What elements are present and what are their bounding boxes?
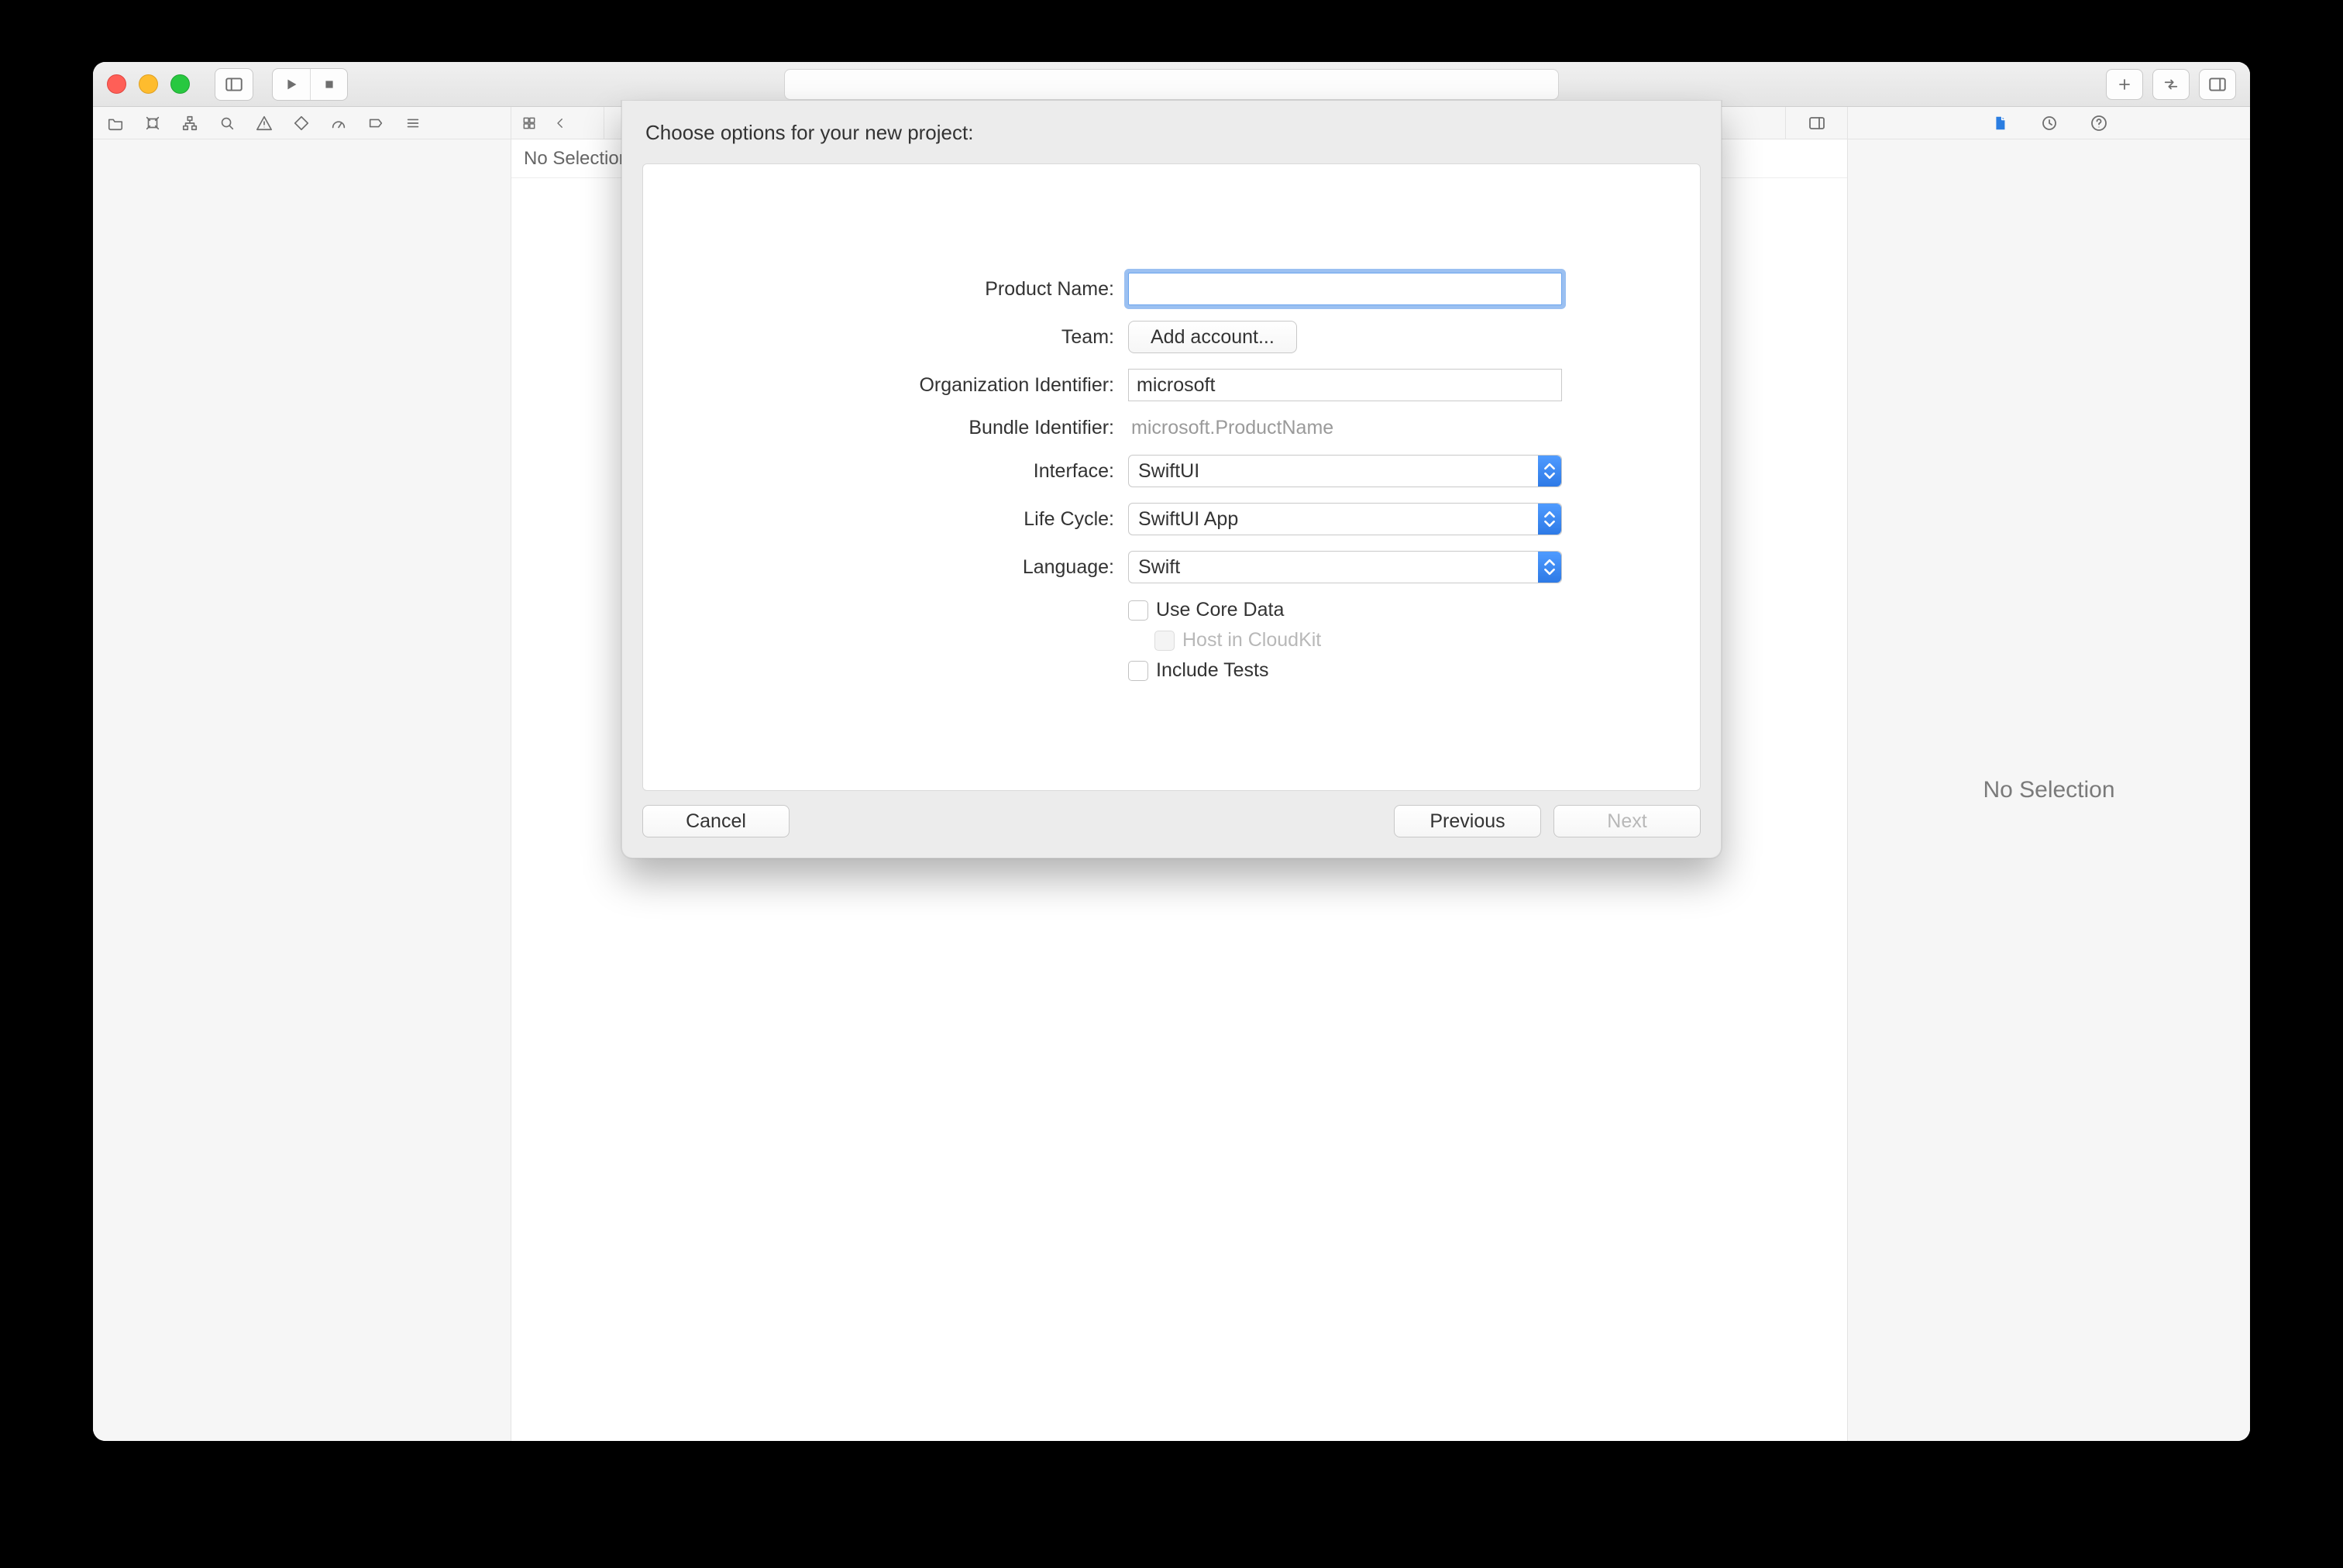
find-navigator-tab[interactable] [217,113,237,133]
chevron-left-icon [553,116,567,130]
editor-no-selection-label: No Selection [524,148,629,170]
stop-icon [321,76,338,93]
stop-button[interactable] [310,69,347,100]
bundle-identifier-value: microsoft.ProductName [1128,417,1562,439]
run-button[interactable] [273,69,310,100]
sheet-footer: Cancel Previous Next [642,805,1701,837]
previous-button[interactable]: Previous [1394,805,1541,837]
editor-jump-bar-controls [511,107,604,139]
use-core-data-checkbox[interactable]: Use Core Data [1128,599,1562,621]
updown-arrows-icon [1538,456,1561,487]
inspector-no-selection-label: No Selection [1983,777,2114,803]
related-items-button[interactable] [518,113,541,133]
language-label: Language: [1023,556,1114,579]
navigator-tabs [93,107,511,139]
report-navigator-tab[interactable] [403,113,423,133]
code-review-button[interactable] [2152,69,2190,100]
updown-arrows-icon [1538,504,1561,535]
toggle-inspector-button[interactable] [2199,69,2236,100]
host-cloudkit-label: Host in CloudKit [1182,629,1321,652]
folder-icon [107,115,124,132]
interface-popup[interactable]: SwiftUI [1128,455,1562,487]
xcode-window: No Selection No Selection Choose options… [93,62,2250,1441]
debug-navigator-tab[interactable] [329,113,349,133]
clock-icon [2040,114,2059,132]
options-form-panel: Product Name: Team: Add account... Organ… [642,163,1701,791]
gauge-icon [330,115,347,132]
diamond-icon [293,115,310,132]
options-form: Product Name: Team: Add account... Organ… [690,273,1653,682]
life-cycle-label: Life Cycle: [1024,508,1114,531]
source-control-navigator-tab[interactable] [143,113,163,133]
warning-icon [256,115,273,132]
symbol-navigator-tab[interactable] [180,113,200,133]
sidebar-right-icon [1808,114,1826,132]
grid-icon [521,115,537,131]
language-popup[interactable]: Swift [1128,551,1562,583]
include-tests-checkbox[interactable]: Include Tests [1128,659,1562,682]
list-icon [404,115,421,132]
include-tests-label: Include Tests [1156,659,1268,682]
history-inspector-tab[interactable] [2039,113,2059,133]
sidebar-toggle-group [215,68,253,101]
navigator-panel [93,139,511,1441]
search-icon [218,115,236,132]
window-controls [107,74,190,94]
plus-icon [2115,75,2134,94]
project-navigator-tab[interactable] [105,113,126,133]
interface-value: SwiftUI [1138,460,1199,483]
activity-status-bar[interactable] [784,69,1559,100]
use-core-data-label: Use Core Data [1156,599,1284,621]
life-cycle-value: SwiftUI App [1138,508,1238,531]
updown-arrows-icon [1538,552,1561,583]
interface-label: Interface: [1034,460,1114,483]
zoom-window-button[interactable] [170,74,190,94]
life-cycle-popup[interactable]: SwiftUI App [1128,503,1562,535]
play-icon [283,76,300,93]
test-navigator-tab[interactable] [291,113,311,133]
editor-options-button[interactable] [1785,107,1847,139]
cancel-button[interactable]: Cancel [642,805,790,837]
source-control-icon [144,115,161,132]
sidebar-left-icon [224,74,244,95]
org-identifier-label: Organization Identifier: [919,374,1114,397]
checkbox-icon [1128,661,1148,681]
org-identifier-input[interactable] [1128,369,1562,401]
hierarchy-icon [181,115,198,132]
inspector-tabs [1847,107,2250,139]
product-name-label: Product Name: [985,278,1114,301]
bundle-identifier-label: Bundle Identifier: [969,417,1114,439]
question-icon [2090,114,2108,132]
run-controls [272,68,348,101]
help-inspector-tab[interactable] [2089,113,2109,133]
checkbox-group: Use Core Data Host in CloudKit Include T… [1128,599,1562,682]
titlebar-right-controls [2106,69,2236,100]
checkbox-icon [1154,631,1175,651]
product-name-input[interactable] [1128,273,1562,305]
team-field: Add account... [1128,321,1562,353]
language-value: Swift [1138,556,1180,579]
close-window-button[interactable] [107,74,126,94]
compare-arrows-icon [2161,76,2181,93]
add-account-button[interactable]: Add account... [1128,321,1297,353]
breakpoint-icon [367,115,384,132]
file-inspector-tab[interactable] [1990,113,2010,133]
checkbox-icon [1128,600,1148,621]
go-back-button[interactable] [549,113,572,133]
new-project-options-sheet: Choose options for your new project: Pro… [621,101,1722,858]
document-icon [1991,114,2008,132]
sheet-title: Choose options for your new project: [642,118,1701,150]
team-label: Team: [1061,326,1114,349]
next-button: Next [1553,805,1701,837]
breakpoint-navigator-tab[interactable] [366,113,386,133]
minimize-window-button[interactable] [139,74,158,94]
toggle-navigator-button[interactable] [215,69,253,100]
sidebar-right-icon [2207,74,2228,95]
library-button[interactable] [2106,69,2143,100]
host-cloudkit-checkbox: Host in CloudKit [1154,629,1562,652]
inspector-panel: No Selection [1847,139,2250,1441]
issue-navigator-tab[interactable] [254,113,274,133]
